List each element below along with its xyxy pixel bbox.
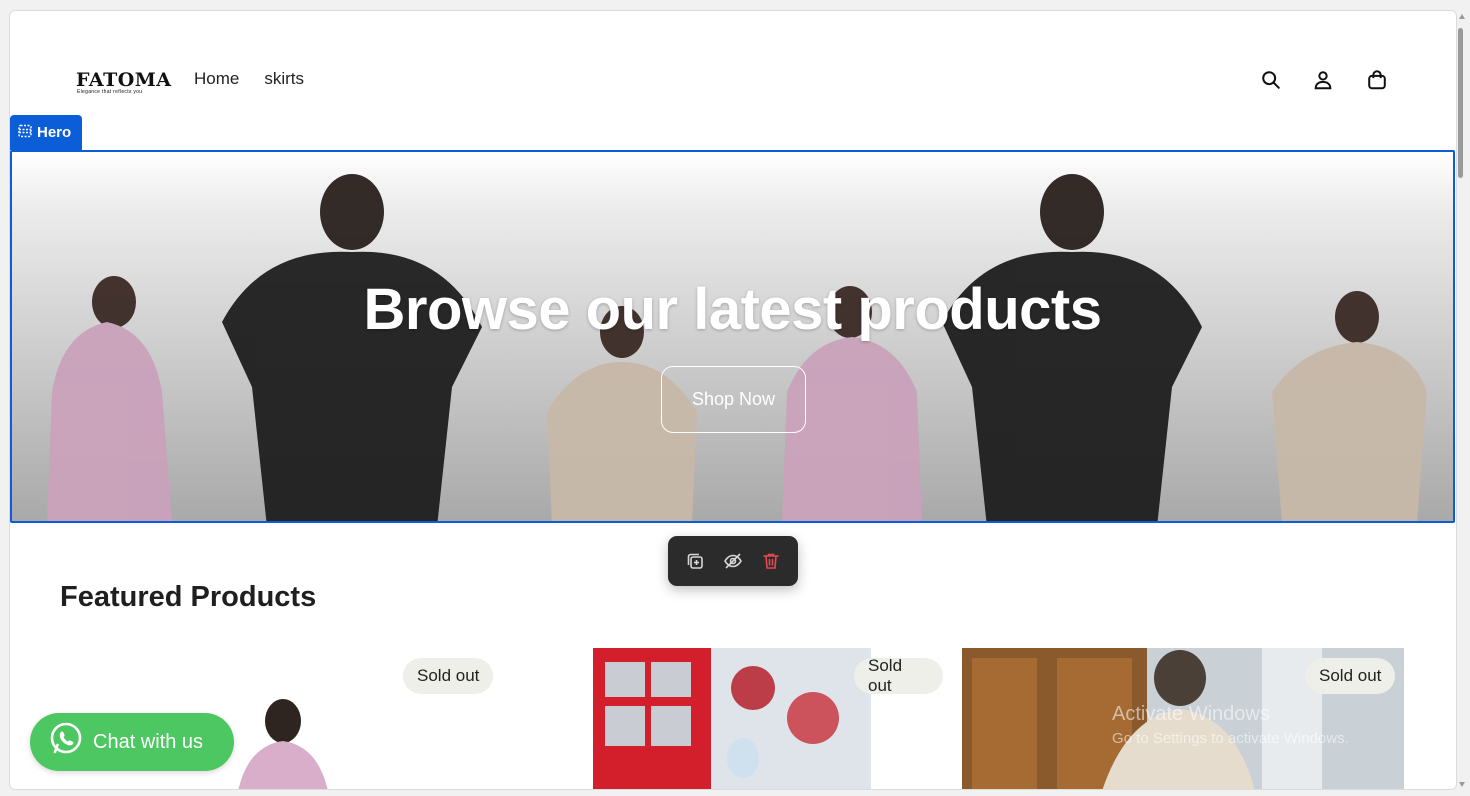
hero-heading: Browse our latest products — [363, 277, 1102, 342]
scrollbar-thumb[interactable] — [1458, 28, 1463, 178]
hero-banner[interactable]: Browse our latest products Shop Now — [10, 150, 1455, 523]
brand-tagline: Elegance that reflects you — [77, 89, 143, 95]
nav-skirts[interactable]: skirts — [264, 69, 304, 89]
featured-products-title: Featured Products — [60, 581, 317, 613]
nav-home[interactable]: Home — [194, 69, 239, 89]
sold-out-badge: Sold out — [403, 658, 494, 694]
hero-section-tag[interactable]: Hero — [10, 115, 82, 150]
scroll-up-arrow[interactable] — [1459, 14, 1465, 19]
chat-with-us-button[interactable]: Chat with us — [30, 713, 234, 771]
watermark-line-2: Go to Settings to activate Windows. — [1112, 730, 1349, 747]
hero-section-label: Hero — [37, 124, 72, 141]
brand-name: FATOMA — [76, 69, 172, 91]
windows-activation-watermark: Activate Windows Go to Settings to activ… — [1112, 699, 1349, 749]
sold-out-badge: Sold out — [854, 656, 943, 695]
watermark-line-1: Activate Windows — [1112, 703, 1270, 725]
section-toolbar — [668, 536, 798, 586]
shop-now-button[interactable]: Shop Now — [661, 366, 806, 433]
browser-viewport: FATOMA Elegance that reflects you Home s… — [9, 10, 1457, 790]
whatsapp-icon — [48, 721, 84, 763]
chat-label: Chat with us — [93, 730, 204, 753]
hide-icon[interactable] — [723, 551, 743, 571]
search-icon[interactable] — [1260, 69, 1282, 91]
brand-logo[interactable]: FATOMA Elegance that reflects you — [76, 67, 171, 97]
section-icon — [18, 124, 32, 142]
account-icon[interactable] — [1312, 69, 1334, 91]
site-header: FATOMA Elegance that reflects you Home s… — [10, 11, 1456, 151]
scroll-down-arrow[interactable] — [1459, 782, 1465, 787]
main-nav: Home skirts — [194, 69, 304, 89]
product-card[interactable]: Sold out — [593, 648, 943, 789]
delete-icon[interactable] — [761, 551, 781, 571]
sold-out-badge: Sold out — [1305, 658, 1396, 694]
cart-icon[interactable] — [1366, 69, 1388, 91]
duplicate-icon[interactable] — [685, 551, 705, 571]
